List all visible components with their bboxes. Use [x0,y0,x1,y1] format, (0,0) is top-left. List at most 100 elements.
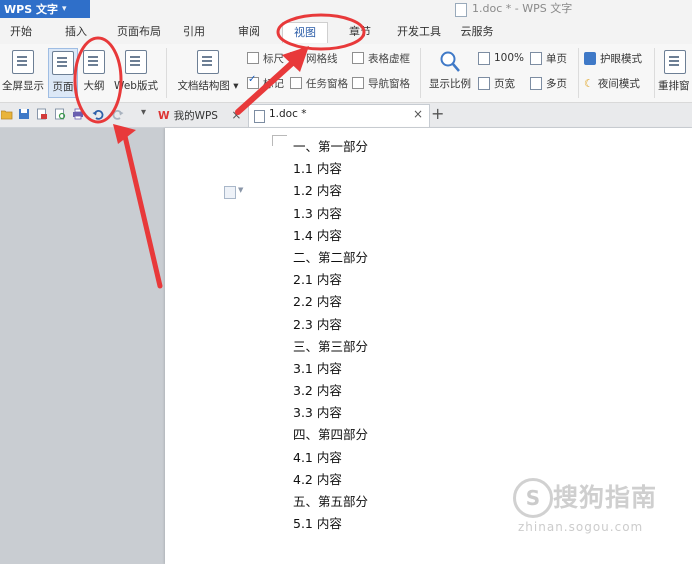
web-layout-label: Web版式 [114,80,158,92]
document-line[interactable]: 二、第二部分 [293,247,368,269]
doc-structure-label: 文档结构图 ▾ [177,80,239,92]
eye-mode-button[interactable]: 护眼模式 [584,50,642,66]
document-icon [254,110,265,123]
fullscreen-button[interactable]: 全屏显示 [0,48,46,96]
task-pane-checkbox[interactable]: 任务窗格 [290,75,348,91]
zoom-100-button[interactable]: 100% [478,50,524,66]
document-line[interactable]: 3.3 内容 [293,402,342,424]
tab-page-layout[interactable]: 页面布局 [110,22,168,42]
rearrange-icon [664,50,686,74]
single-page-button[interactable]: 单页 [530,50,567,66]
chevron-down-icon: ▼ [238,186,244,194]
document-line[interactable]: 一、第一部分 [293,136,368,158]
tab-view[interactable]: 视图 [282,22,328,43]
app-menu-button[interactable]: WPS 文字 ▾ [0,0,90,18]
fullscreen-icon [12,50,34,74]
zoom-100-icon [478,51,490,65]
ribbon-separator [166,48,167,98]
title-bar [0,0,692,18]
wps-logo-icon: W [158,110,170,122]
single-page-icon [530,51,542,65]
page-view-button[interactable]: 页面 [48,48,78,98]
shield-icon [584,51,596,65]
gridlines-checkbox[interactable]: 网格线 [290,50,338,66]
app-name: WPS 文字 [4,3,58,16]
print-preview-icon[interactable] [54,108,66,120]
table-borders-label: 表格虚框 [368,52,410,65]
document-line[interactable]: 5.1 内容 [293,513,342,535]
checkbox-box [352,52,364,64]
page-view-icon [52,51,74,75]
rearrange-windows-button[interactable]: 重排窗 [658,48,692,96]
document-line[interactable]: 2.3 内容 [293,314,342,336]
document-line[interactable]: 4.1 内容 [293,447,342,469]
document-line[interactable]: 4.2 内容 [293,469,342,491]
tab-document[interactable]: 1.doc * × [248,104,430,127]
save-icon[interactable] [18,108,30,120]
tab-chapter[interactable]: 章节 [342,22,378,42]
doc-structure-button[interactable]: 文档结构图 ▾ [174,48,242,96]
nav-pane-checkbox[interactable]: 导航窗格 [352,75,410,91]
margin-corner-mark [272,135,287,146]
paragraph-handle-icon[interactable] [224,186,236,199]
tab-cloud[interactable]: 云服务 [456,22,498,42]
undo-icon[interactable] [92,108,104,120]
checkbox-box [290,77,302,89]
ruler-checkbox[interactable]: 标尺 [247,50,284,66]
tab-start[interactable]: 开始 [2,22,40,42]
tab-developer[interactable]: 开发工具 [392,22,446,42]
outline-view-button[interactable]: 大纲 [80,48,108,96]
ribbon-separator [578,48,579,98]
tab-document-label: 1.doc * [269,108,307,120]
annotation-arrow-to-outline [121,129,163,289]
table-borders-checkbox[interactable]: 表格虚框 [352,50,410,66]
moon-icon: ☾ [584,76,594,90]
markup-checkbox[interactable]: 标记 [247,74,284,91]
new-tab-button[interactable]: + [431,104,444,123]
nav-pane-label: 导航窗格 [368,77,410,90]
open-folder-icon[interactable] [1,108,13,120]
multi-page-icon [530,76,542,90]
document-line[interactable]: 四、第四部分 [293,424,368,446]
document-line[interactable]: 2.1 内容 [293,269,342,291]
redo-icon[interactable] [112,108,124,120]
document-line[interactable]: 五、第五部分 [293,491,368,513]
single-page-label: 单页 [546,52,567,65]
document-line[interactable]: 2.2 内容 [293,291,342,313]
close-icon[interactable]: × [231,108,241,122]
tab-insert[interactable]: 插入 [56,22,96,42]
document-line[interactable]: 3.1 内容 [293,358,342,380]
outline-view-label: 大纲 [83,80,105,92]
document-line[interactable]: 1.3 内容 [293,203,342,225]
web-layout-button[interactable]: Web版式 [112,48,160,96]
tab-my-wps[interactable]: W 我的WPS × [158,105,241,125]
document-line[interactable]: 3.2 内容 [293,380,342,402]
document-line[interactable]: 1.1 内容 [293,158,342,180]
document-line[interactable]: 1.4 内容 [293,225,342,247]
watermark-url: zhinan.sogou.com [518,520,644,534]
outline-view-icon [83,50,105,74]
web-layout-icon [125,50,147,74]
tab-review[interactable]: 审阅 [230,22,268,42]
print-icon[interactable] [72,108,84,120]
ribbon-separator [654,48,655,98]
checkbox-box [247,52,259,64]
night-mode-button[interactable]: ☾ 夜间模式 [584,75,640,91]
multi-page-button[interactable]: 多页 [530,75,567,91]
export-pdf-icon[interactable] [36,108,48,120]
rearrange-label: 重排窗 [658,80,690,92]
close-icon[interactable]: × [413,107,423,121]
tab-my-wps-label: 我的WPS [173,110,218,122]
document-line[interactable]: 1.2 内容 [293,180,342,202]
eye-mode-label: 护眼模式 [600,52,642,65]
zoom-button[interactable]: 显示比例 [426,48,474,96]
tab-references[interactable]: 引用 [176,22,212,42]
document-line[interactable]: 三、第三部分 [293,336,368,358]
checkbox-box [352,77,364,89]
gridlines-label: 网格线 [306,52,338,65]
ruler-label: 标尺 [263,52,284,65]
quick-access-more-icon[interactable]: ▾ [141,107,146,118]
zoom-label: 显示比例 [429,78,471,90]
ribbon-separator [420,48,421,98]
page-width-button[interactable]: 页宽 [478,75,515,91]
